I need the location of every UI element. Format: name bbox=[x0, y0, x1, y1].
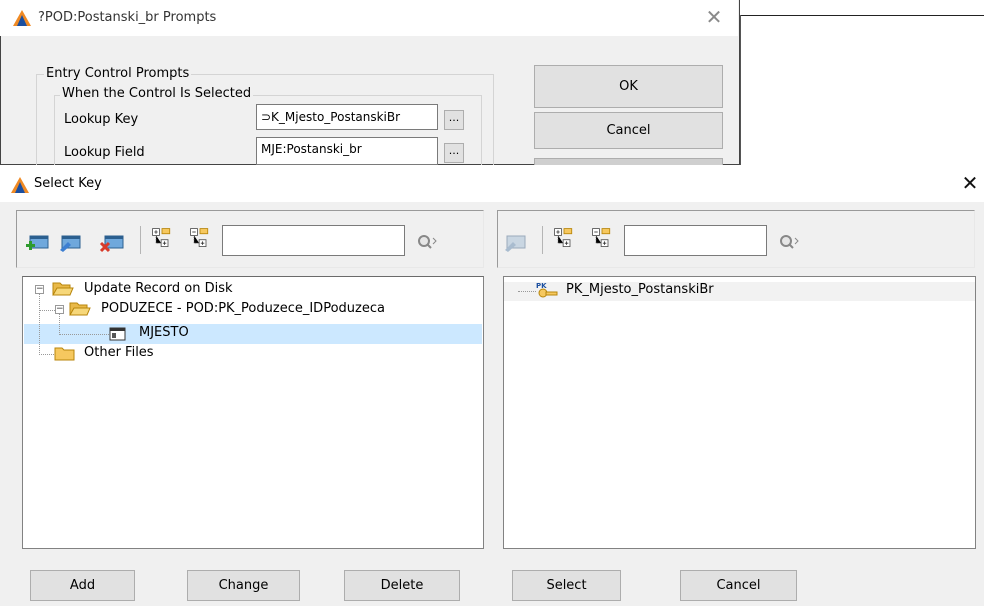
edit-record-icon[interactable] bbox=[58, 230, 84, 254]
find-icon[interactable] bbox=[778, 233, 800, 251]
delete-record-icon[interactable] bbox=[99, 230, 125, 254]
cancel-button[interactable]: Cancel bbox=[680, 570, 797, 601]
lookup-field-browse-button[interactable]: ... bbox=[444, 143, 464, 163]
add-record-icon[interactable] bbox=[24, 230, 50, 254]
key-list-panel bbox=[503, 276, 976, 549]
change-button[interactable]: Change bbox=[187, 570, 300, 601]
prompts-cancel-button[interactable]: Cancel bbox=[534, 112, 723, 149]
left-search-input[interactable] bbox=[222, 225, 405, 256]
expand-all-icon[interactable] bbox=[149, 226, 175, 250]
select-key-titlebar bbox=[0, 165, 984, 202]
collapse-all-icon[interactable] bbox=[187, 226, 213, 250]
lookup-field-label: Lookup Field bbox=[64, 145, 145, 160]
collapse-toggle[interactable]: − bbox=[55, 305, 64, 314]
find-icon[interactable] bbox=[416, 233, 438, 251]
tree-line bbox=[39, 354, 54, 355]
collapse-all-icon[interactable] bbox=[589, 226, 615, 250]
app-icon bbox=[13, 10, 31, 26]
close-icon[interactable]: ✕ bbox=[704, 7, 724, 28]
tree-item-label[interactable]: Other Files bbox=[84, 345, 154, 360]
tree-line bbox=[518, 291, 536, 292]
edit-key-icon[interactable] bbox=[503, 230, 529, 254]
close-icon[interactable]: ✕ bbox=[960, 173, 980, 194]
app-icon bbox=[11, 177, 29, 193]
key-item-label[interactable]: PK_Mjesto_PostanskiBr bbox=[566, 282, 714, 297]
expand-all-icon[interactable] bbox=[551, 226, 577, 250]
tree-line bbox=[59, 313, 60, 335]
table-icon bbox=[109, 327, 126, 341]
toolbar-separator bbox=[140, 226, 141, 254]
primary-key-icon: PK bbox=[536, 282, 558, 298]
add-button[interactable]: Add bbox=[30, 570, 135, 601]
open-folder-icon bbox=[52, 282, 74, 296]
lookup-key-field[interactable]: ⊃K_Mjesto_PostanskiBr bbox=[256, 104, 438, 130]
select-button[interactable]: Select bbox=[512, 570, 621, 601]
ok-button[interactable]: OK bbox=[534, 65, 723, 108]
tree-item-label[interactable]: PODUZECE - POD:PK_Poduzece_IDPoduzeca bbox=[101, 301, 385, 316]
right-search-input[interactable] bbox=[624, 225, 767, 256]
tree-item-label[interactable]: MJESTO bbox=[139, 325, 189, 340]
entry-control-prompts-caption: Entry Control Prompts bbox=[44, 66, 192, 81]
tree-line bbox=[40, 310, 55, 311]
delete-button[interactable]: Delete bbox=[344, 570, 460, 601]
tree-line bbox=[39, 293, 40, 355]
lookup-key-label: Lookup Key bbox=[64, 112, 139, 127]
open-folder-icon bbox=[69, 302, 91, 316]
toolbar-separator bbox=[542, 226, 543, 254]
file-tree-panel bbox=[22, 276, 484, 549]
lookup-key-browse-button[interactable]: ... bbox=[444, 110, 464, 130]
folder-icon bbox=[54, 347, 75, 361]
prompts-window-title: ?POD:Postanski_br Prompts bbox=[38, 10, 217, 25]
background-window-edge bbox=[740, 15, 984, 16]
lookup-field-field[interactable]: MJE:Postanski_br bbox=[256, 137, 438, 165]
background-window-edge bbox=[740, 15, 741, 165]
tree-line bbox=[59, 334, 109, 335]
select-key-window-title: Select Key bbox=[34, 176, 102, 191]
collapse-toggle[interactable]: − bbox=[35, 285, 44, 294]
when-selected-caption: When the Control Is Selected bbox=[60, 86, 254, 101]
tree-item-label[interactable]: Update Record on Disk bbox=[84, 281, 233, 296]
